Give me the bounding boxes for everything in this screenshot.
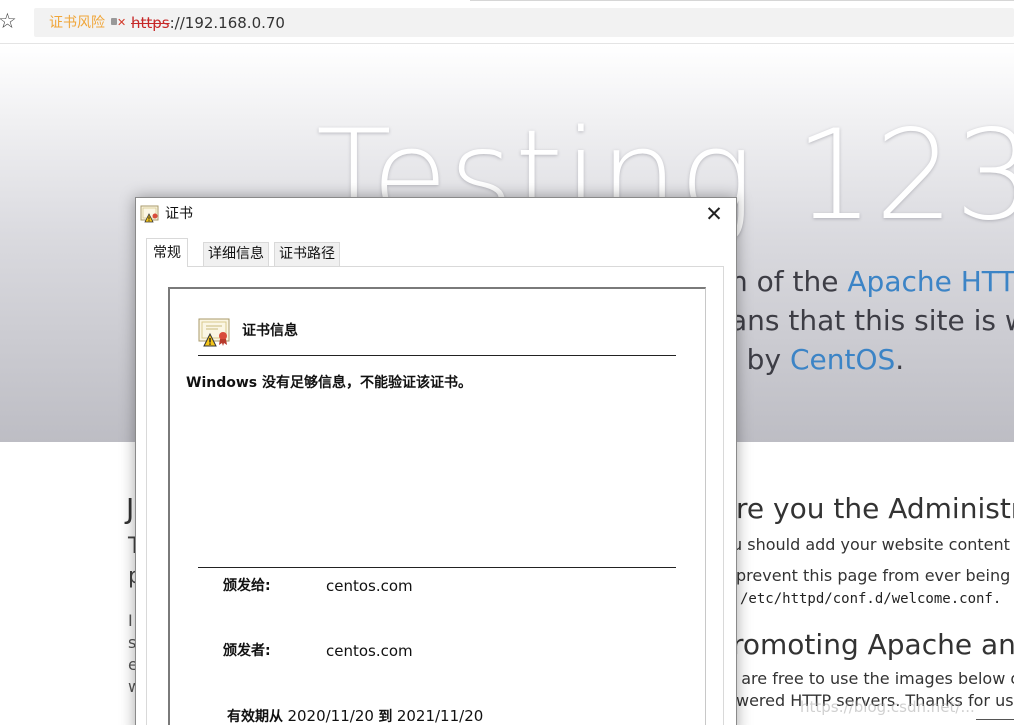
issued-to-label: 颁发给: xyxy=(223,578,271,594)
config-path: /etc/httpd/conf.d/welcome.conf. xyxy=(740,591,1002,607)
tab-general[interactable]: 常规 xyxy=(146,238,188,267)
url-box[interactable]: 证书风险 ✕ https://192.168.0.70 xyxy=(34,8,1014,37)
hero-text: l by xyxy=(730,343,790,376)
hero-text: n of the xyxy=(730,265,848,298)
valid-from-date: 2020/11/20 xyxy=(287,707,374,725)
close-button[interactable]: ✕ xyxy=(692,198,736,230)
dialog-title: 证书 xyxy=(165,206,193,222)
page-edge xyxy=(976,719,1014,725)
dialog-titlebar[interactable]: 证书 ✕ xyxy=(136,198,736,230)
validity-period: 有效期从 2020/11/20 到 2021/11/20 xyxy=(227,706,483,725)
left-text-fragment: I xyxy=(128,611,133,630)
browser-address-bar: ☆ 证书风险 ✕ https://192.168.0.70 xyxy=(0,0,1014,44)
tab-certification-path[interactable]: 证书路径 xyxy=(274,242,340,266)
certificate-warning-icon xyxy=(140,205,159,223)
hero-text: . xyxy=(895,343,905,376)
security-warning-label[interactable]: 证书风险 xyxy=(49,13,105,33)
issued-by-value: centos.com xyxy=(326,642,413,660)
divider xyxy=(198,567,676,568)
certificate-dialog: 证书 ✕ 常规 详细信息 证书路径 证书信息 Windows 没有足够信息，不能… xyxy=(135,197,737,725)
divider xyxy=(198,355,676,356)
valid-to-label: 到 xyxy=(378,709,393,725)
hero-line: ans that this site is wor xyxy=(730,304,1014,337)
url-scheme: https xyxy=(131,14,170,32)
promote-heading: romoting Apache and xyxy=(732,628,1014,661)
admin-heading: re you the Administra xyxy=(736,492,1014,525)
left-heading-fragment: J xyxy=(126,492,135,525)
tab-panel: 证书信息 Windows 没有足够信息，不能验证该证书。 颁发给: centos… xyxy=(146,266,724,725)
valid-to-date: 2021/11/20 xyxy=(396,707,484,725)
certificate-warning-icon xyxy=(198,318,230,347)
broken-lock-icon[interactable]: ✕ xyxy=(110,14,128,32)
promote-paragraph: u are free to use the images below on xyxy=(726,669,1014,688)
issued-by-label: 颁发者: xyxy=(223,643,271,659)
issued-to-value: centos.com xyxy=(326,577,413,595)
star-icon[interactable]: ☆ xyxy=(0,9,20,33)
valid-from-label: 有效期从 xyxy=(227,709,283,725)
apache-link[interactable]: Apache HTTP xyxy=(847,265,1014,298)
certificate-info-box: 证书信息 Windows 没有足够信息，不能验证该证书。 颁发给: centos… xyxy=(168,287,706,725)
tab-strip-edge xyxy=(470,0,1014,4)
admin-paragraph: prevent this page from ever being us xyxy=(736,566,1014,585)
tab-details[interactable]: 详细信息 xyxy=(203,242,269,266)
url-host: ://192.168.0.70 xyxy=(169,14,285,32)
url-text[interactable]: https://192.168.0.70 xyxy=(131,13,285,33)
watermark: https://blog.csdn.net/... xyxy=(800,698,975,716)
tab-strip: 常规 详细信息 证书路径 xyxy=(146,238,726,267)
hero-line: n of the Apache HTTP xyxy=(730,265,1014,299)
close-icon: ✕ xyxy=(705,202,723,226)
centos-link[interactable]: CentOS xyxy=(790,343,895,376)
hero-line: l by CentOS. xyxy=(730,343,904,377)
admin-paragraph: u should add your website content to xyxy=(732,535,1014,554)
info-title: 证书信息 xyxy=(242,323,298,339)
warning-message: Windows 没有足够信息，不能验证该证书。 xyxy=(186,375,472,391)
